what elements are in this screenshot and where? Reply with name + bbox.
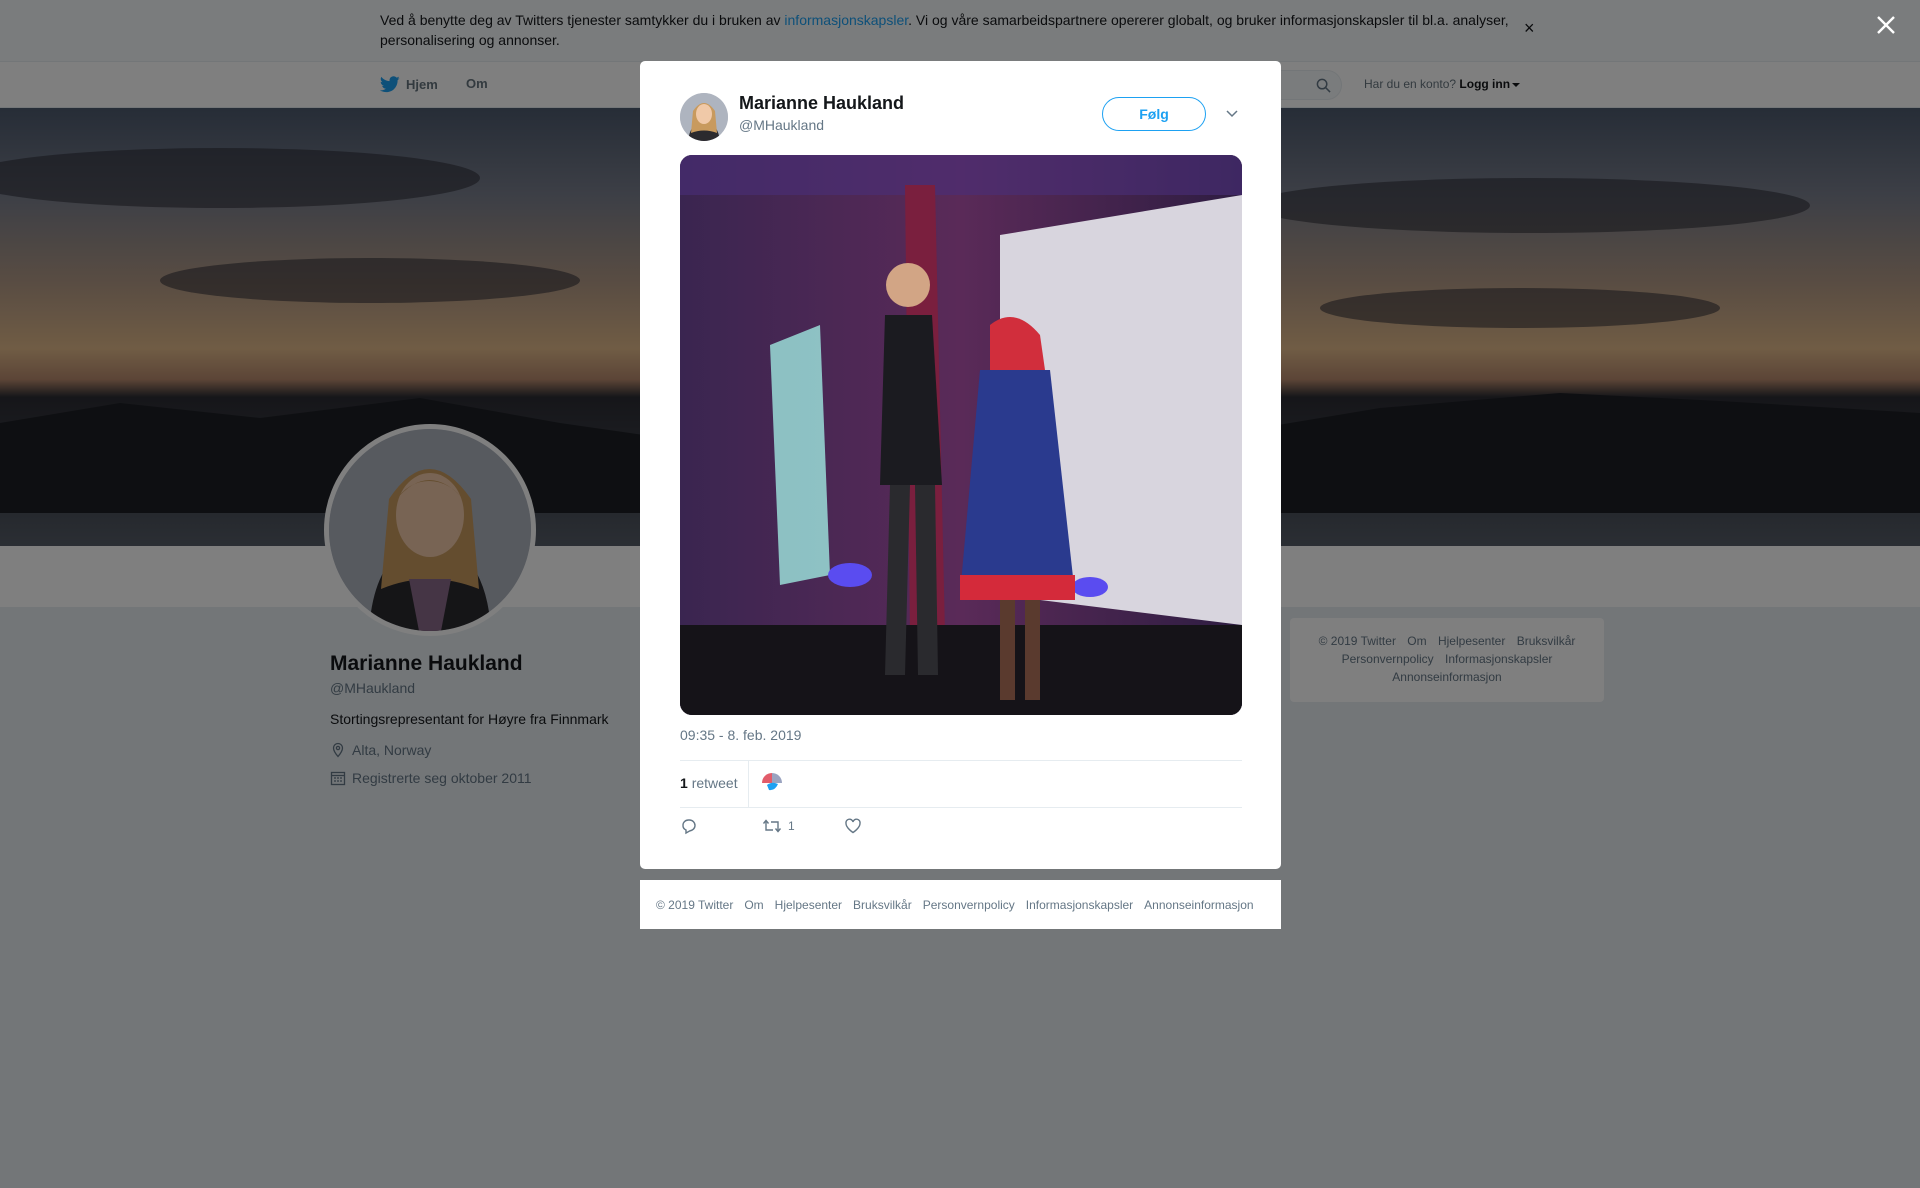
retweet-button[interactable]: 1 <box>762 817 795 835</box>
stats-divider <box>748 761 749 807</box>
footer-link-about[interactable]: Om <box>744 898 763 912</box>
tweet-actions: 1 <box>680 817 1242 847</box>
tweet-author-avatar[interactable] <box>680 93 728 141</box>
footer-link-ads[interactable]: Annonseinformasjon <box>1144 898 1253 912</box>
follow-button[interactable]: Følg <box>1102 97 1206 131</box>
retweet-count[interactable]: 1 retweet <box>680 775 738 791</box>
footer-link-help[interactable]: Hjelpesenter <box>775 898 842 912</box>
tweet-photo[interactable] <box>680 155 1242 715</box>
retweeter-avatar[interactable] <box>760 771 784 795</box>
tweet-timestamp[interactable]: 09:35 - 8. feb. 2019 <box>680 727 801 743</box>
footer-copyright: © 2019 Twitter <box>656 897 734 912</box>
footer-link-cookies[interactable]: Informasjonskapsler <box>1026 898 1133 912</box>
modal-footer-links: © 2019 Twitter Om Hjelpesenter Bruksvilk… <box>640 880 1281 929</box>
tweet-author-name[interactable]: Marianne Haukland <box>739 93 904 114</box>
footer-link-privacy[interactable]: Personvernpolicy <box>923 898 1015 912</box>
chevron-down-icon[interactable] <box>1224 105 1240 121</box>
reply-button[interactable] <box>680 817 698 835</box>
heart-icon <box>845 818 861 834</box>
footer-link-terms[interactable]: Bruksvilkår <box>853 898 912 912</box>
tweet-author-handle[interactable]: @MHaukland <box>739 117 824 133</box>
close-icon[interactable] <box>1873 12 1899 38</box>
retweet-icon <box>762 819 782 833</box>
like-button[interactable] <box>844 817 862 835</box>
tweet-stats: 1 retweet <box>680 760 1242 808</box>
tweet-modal: Marianne Haukland @MHaukland Følg 09:35 … <box>640 61 1281 869</box>
reply-icon <box>682 819 696 835</box>
